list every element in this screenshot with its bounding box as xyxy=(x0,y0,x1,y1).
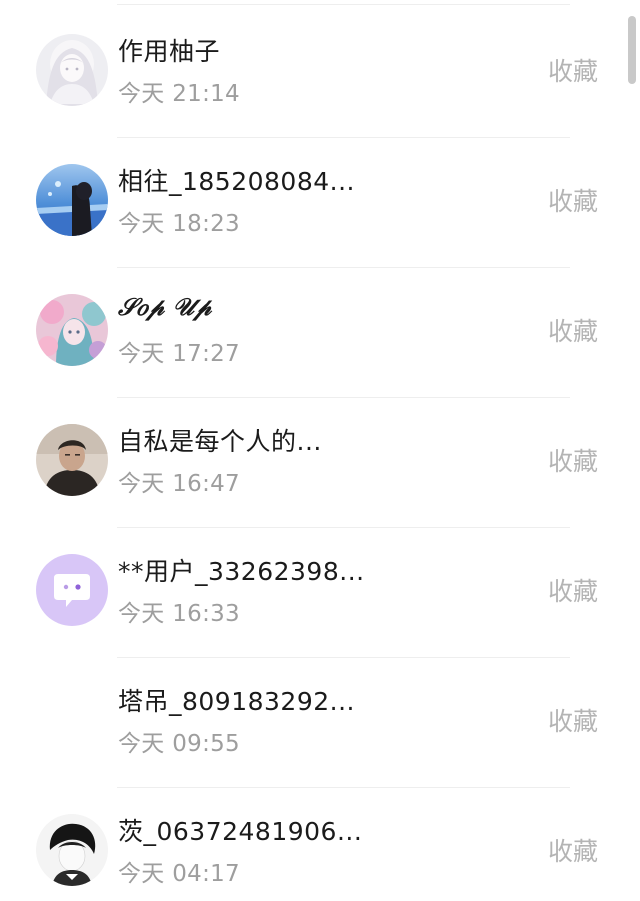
favorite-button[interactable]: 收藏 xyxy=(548,312,598,348)
list-item[interactable]: 茨_06372481906... 今天 04:17 收藏 xyxy=(0,788,640,901)
timestamp: 今天 04:17 xyxy=(118,861,240,887)
anime-pink-teal-avatar-image xyxy=(36,294,108,366)
girl-blue-sky-avatar-image xyxy=(36,164,108,236)
avatar[interactable] xyxy=(36,164,108,236)
user-name: **用户_33262398... xyxy=(118,557,365,586)
default-chat-bubble-icon xyxy=(36,554,108,626)
avatar[interactable] xyxy=(36,684,108,756)
anime-girl-avatar-image xyxy=(36,34,108,106)
favorite-button[interactable]: 收藏 xyxy=(548,702,598,738)
user-name: 茨_06372481906... xyxy=(118,817,363,846)
avatar[interactable] xyxy=(36,294,108,366)
timestamp: 今天 21:14 xyxy=(118,81,240,107)
avatar[interactable] xyxy=(36,554,108,626)
scrollbar[interactable] xyxy=(628,16,636,84)
user-name: 自私是每个人的... xyxy=(118,427,322,456)
avatar[interactable] xyxy=(36,424,108,496)
favorite-button[interactable]: 收藏 xyxy=(548,182,598,218)
list-item[interactable]: 𝒮𝑜𝓅 𝒰𝓅 今天 17:27 收藏 xyxy=(0,268,640,398)
sketch-boy-avatar-image xyxy=(36,814,108,886)
timestamp: 今天 09:55 xyxy=(118,731,240,757)
timestamp: 今天 18:23 xyxy=(118,211,240,237)
favorites-screen: 作用柚子 今天 21:14 收藏 相往_185208084... 今天 18:2… xyxy=(0,0,640,901)
favorite-button[interactable]: 收藏 xyxy=(548,442,598,478)
user-name: 塔吊_809183292... xyxy=(118,687,355,716)
favorite-button[interactable]: 收藏 xyxy=(548,52,598,88)
favorite-button[interactable]: 收藏 xyxy=(548,572,598,608)
avatar[interactable] xyxy=(36,814,108,886)
list-item[interactable]: **用户_33262398... 今天 16:33 收藏 xyxy=(0,528,640,658)
timestamp: 今天 16:47 xyxy=(118,471,240,497)
list-item[interactable]: 塔吊_809183292... 今天 09:55 收藏 xyxy=(0,658,640,788)
list-item[interactable]: 相往_185208084... 今天 18:23 收藏 xyxy=(0,138,640,268)
user-name: 相往_185208084... xyxy=(118,167,355,196)
user-name: 作用柚子 xyxy=(118,37,221,66)
list-item[interactable]: 自私是每个人的... 今天 16:47 收藏 xyxy=(0,398,640,528)
favorite-button[interactable]: 收藏 xyxy=(548,832,598,868)
timestamp: 今天 17:27 xyxy=(118,341,240,367)
man-portrait-avatar-image xyxy=(36,424,108,496)
timestamp: 今天 16:33 xyxy=(118,601,240,627)
avatar[interactable] xyxy=(36,34,108,106)
list-item[interactable]: 作用柚子 今天 21:14 收藏 xyxy=(0,8,640,138)
user-name: 𝒮𝑜𝓅 𝒰𝓅 xyxy=(118,292,212,321)
blank-avatar-image xyxy=(36,684,108,756)
top-divider xyxy=(117,4,570,5)
